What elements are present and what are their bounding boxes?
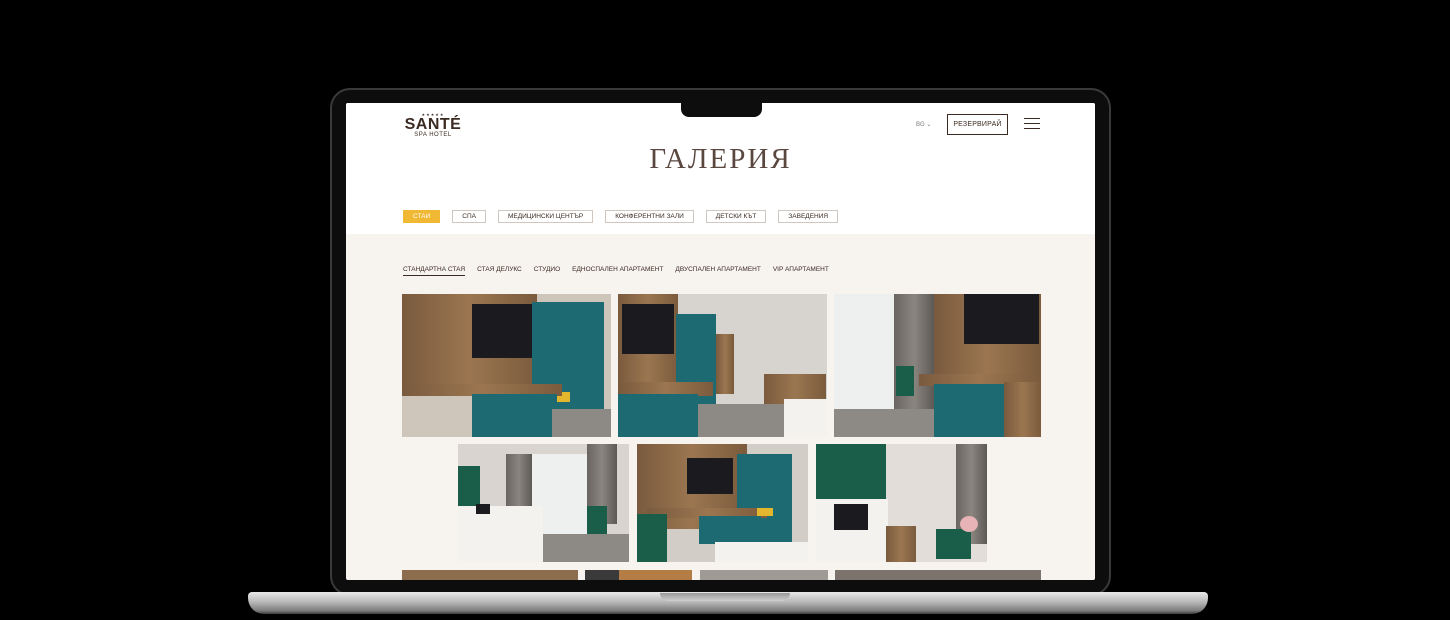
gallery-photo-2[interactable] bbox=[618, 294, 827, 437]
room-type-studio[interactable]: СТУДИО bbox=[534, 266, 560, 276]
hamburger-menu-icon[interactable] bbox=[1024, 118, 1040, 130]
tab-kids-corner[interactable]: ДЕТСКИ КЪТ bbox=[705, 210, 767, 223]
room-type-two-bedroom[interactable]: ДВУСПАЛЕН АПАРТАМЕНТ bbox=[675, 266, 760, 276]
category-tabs: СТАИ СПА МЕДИЦИНСКИ ЦЕНТЪР КОНФЕРЕНТНИ З… bbox=[403, 210, 839, 223]
gallery-photo-1[interactable] bbox=[402, 294, 611, 437]
gallery-photo-9[interactable] bbox=[619, 570, 692, 580]
language-selector[interactable]: BG ⌄ bbox=[916, 121, 931, 128]
header-area: ★★★★★ SANTÉ SPA HOTEL BG ⌄ РЕЗЕРВИРАЙ ГА… bbox=[346, 103, 1095, 234]
tab-venues[interactable]: ЗАВЕДЕНИЯ bbox=[778, 210, 839, 223]
gallery-photo-3[interactable] bbox=[834, 294, 1041, 437]
gallery-photo-4[interactable] bbox=[458, 444, 629, 562]
camera-notch bbox=[681, 101, 762, 117]
gallery-photo-5[interactable] bbox=[637, 444, 808, 562]
tab-medical-center[interactable]: МЕДИЦИНСКИ ЦЕНТЪР bbox=[497, 210, 594, 223]
room-type-vip[interactable]: VIP АПАРТАМЕНТ bbox=[773, 266, 829, 276]
tab-rooms[interactable]: СТАИ bbox=[403, 210, 441, 223]
page-title: ГАЛЕРИЯ bbox=[649, 143, 792, 175]
logo-name: SANTÉ bbox=[404, 116, 462, 133]
tab-spa[interactable]: СПА bbox=[452, 210, 486, 223]
room-type-tabs: СТАНДАРТНА СТАЯ СТАЯ ДЕЛУКС СТУДИО ЕДНОС… bbox=[403, 266, 829, 276]
laptop-base-notch bbox=[660, 593, 790, 601]
tab-conference-halls[interactable]: КОНФЕРЕНТНИ ЗАЛИ bbox=[605, 210, 694, 223]
hotel-logo[interactable]: ★★★★★ SANTÉ SPA HOTEL bbox=[403, 113, 463, 139]
gallery-photo-6[interactable] bbox=[816, 444, 987, 562]
gallery-photo-10[interactable] bbox=[700, 570, 828, 580]
reserve-button[interactable]: РЕЗЕРВИРАЙ bbox=[947, 114, 1008, 135]
room-type-deluxe[interactable]: СТАЯ ДЕЛУКС bbox=[477, 266, 522, 276]
room-type-one-bedroom[interactable]: ЕДНОСПАЛЕН АПАРТАМЕНТ bbox=[572, 266, 663, 276]
gallery-photo-11[interactable] bbox=[835, 570, 1041, 580]
browser-viewport: ★★★★★ SANTÉ SPA HOTEL BG ⌄ РЕЗЕРВИРАЙ ГА… bbox=[346, 103, 1095, 580]
gallery-photo-7[interactable] bbox=[402, 570, 578, 580]
logo-subtitle: SPA HOTEL bbox=[414, 132, 452, 138]
room-type-standard[interactable]: СТАНДАРТНА СТАЯ bbox=[403, 266, 466, 276]
